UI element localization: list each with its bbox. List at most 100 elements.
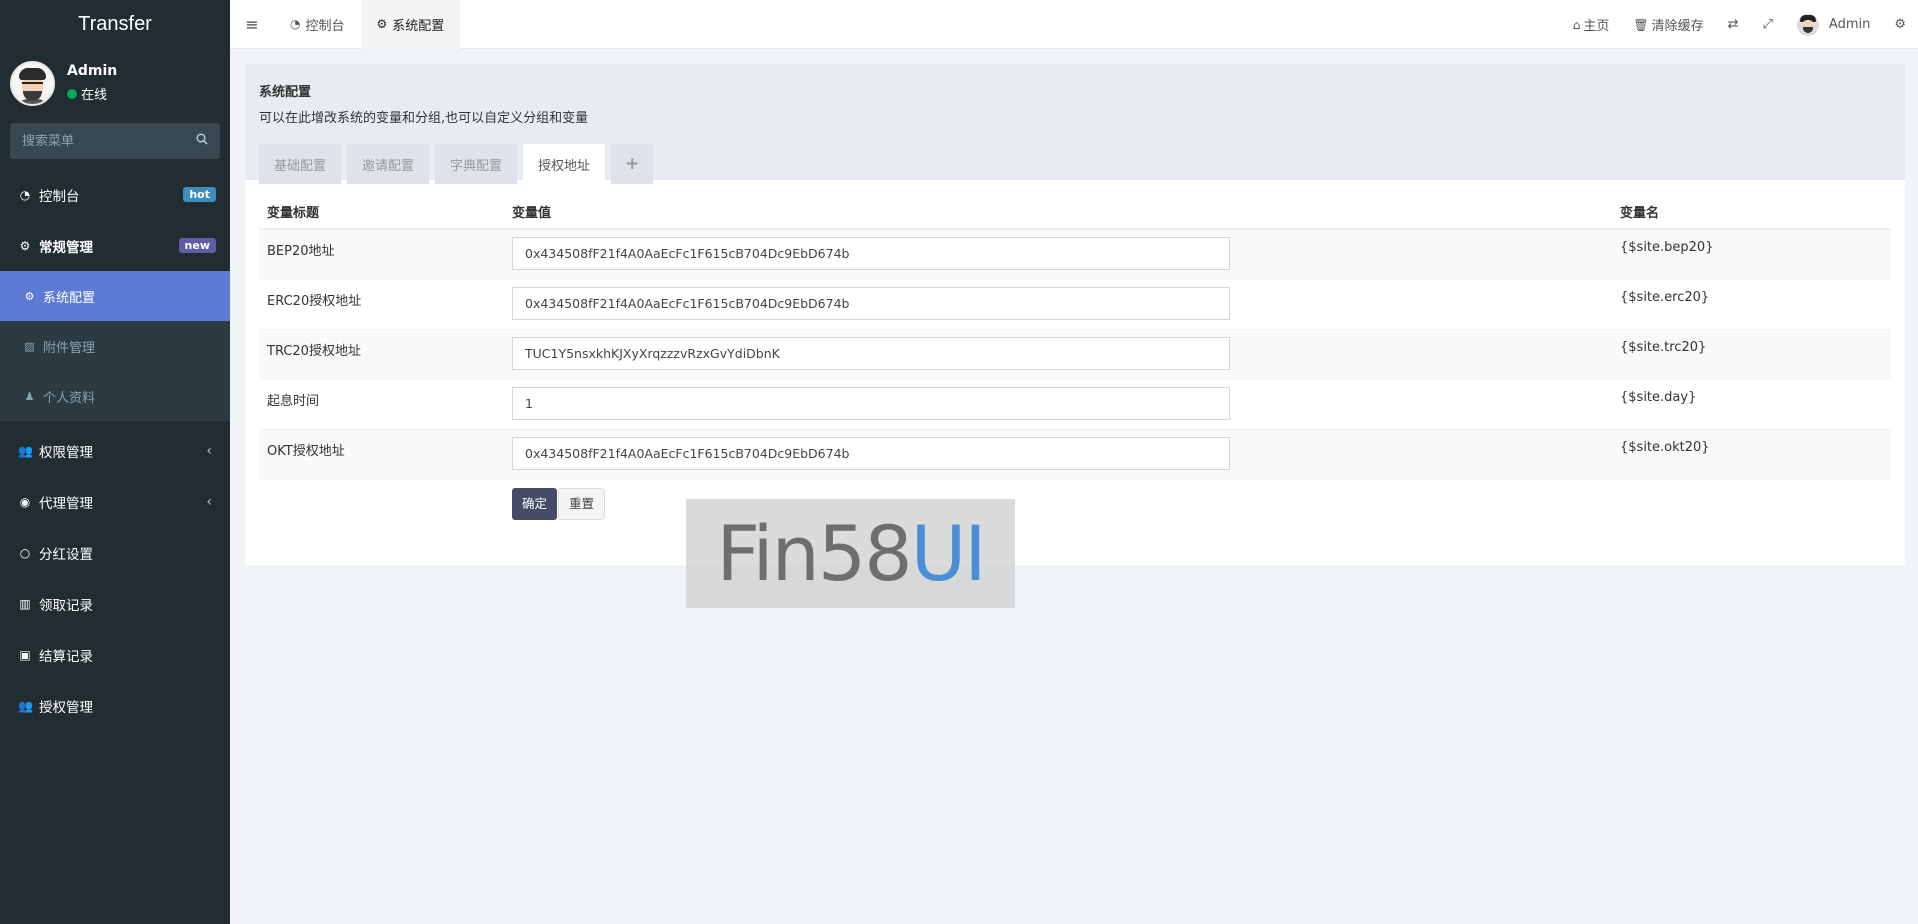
trash-icon: 🗑 [1633, 17, 1649, 32]
panel-title: 系统配置 [259, 85, 312, 100]
sidebar-item-label: 授权管理 [39, 699, 93, 716]
config-panel: 系统配置 可以在此增改系统的变量和分组,也可以自定义分组和变量 基础配置 邀请配… [245, 64, 1905, 565]
row-variable-name: {$site.trc20} [1612, 328, 1891, 379]
home-label: 主页 [1583, 19, 1610, 34]
menu-toggle-icon[interactable]: ≡ [230, 0, 274, 49]
sidebar-item-profile[interactable]: ♟ 个人资料 [0, 371, 230, 421]
avatar [1796, 13, 1819, 36]
table-row: ERC20授权地址 {$site.erc20} [259, 278, 1891, 329]
topbar: ≡ ◔ 控制台 ⚙ 系统配置 ⌂ 主页 🗑 清除缓存 ⇄ ⤢ Admin ⚙ [230, 0, 1918, 49]
form-actions: 确定 重置 [259, 478, 1891, 529]
row-title: BEP20地址 [259, 228, 504, 279]
row-title: ERC20授权地址 [259, 278, 504, 329]
interest-start-input[interactable] [512, 386, 1230, 420]
clear-cache-button[interactable]: 🗑 清除缓存 [1621, 0, 1715, 49]
circle-icon: ○ [19, 545, 31, 560]
tab-auth-address[interactable]: 授权地址 [523, 144, 606, 184]
column-header-name: 变量名 [1612, 195, 1891, 230]
language-button[interactable]: ⇄ [1716, 0, 1751, 49]
table-row: TRC20授权地址 {$site.trc20} [259, 328, 1891, 379]
sidebar-item-general[interactable]: ⚙ 常规管理 new [0, 220, 230, 271]
watermark-logo: Fin58 UI [686, 499, 1015, 608]
sidebar-item-settlements[interactable]: ▣ 结算记录 [0, 629, 230, 680]
fullscreen-button[interactable]: ⤢ [1751, 0, 1785, 49]
config-table: 变量标题 变量值 变量名 BEP20地址 {$site.bep20} ERC20… [259, 195, 1891, 529]
row-variable-name: {$site.day} [1612, 378, 1891, 429]
add-tab-button[interactable]: + [611, 144, 654, 184]
tab-invite-config[interactable]: 邀请配置 [347, 144, 430, 184]
row-variable-name: {$site.erc20} [1612, 278, 1891, 329]
submit-button[interactable]: 确定 [512, 487, 558, 520]
watermark-text: Fin58 [716, 509, 912, 598]
sidebar-item-label: 代理管理 [39, 495, 93, 512]
user-icon: ♟ [24, 389, 35, 403]
sidebar-item-label: 权限管理 [39, 444, 93, 461]
user-menu-label: Admin [1828, 17, 1871, 32]
row-variable-name: {$site.bep20} [1612, 228, 1891, 279]
panel-description: 可以在此增改系统的变量和分组,也可以自定义分组和变量 [259, 111, 589, 126]
tab-label: 系统配置 [392, 18, 445, 34]
hot-badge: hot [183, 187, 216, 202]
sidebar-item-agents[interactable]: ◉ 代理管理 ‹ [0, 476, 230, 527]
row-variable-name: {$site.okt20} [1612, 428, 1891, 479]
tab-label: 控制台 [305, 18, 345, 34]
online-status-icon [67, 88, 77, 99]
sidebar-item-label: 个人资料 [43, 390, 96, 406]
fullscreen-icon: ⤢ [1762, 17, 1773, 32]
sidebar-item-label: 常规管理 [39, 239, 93, 256]
sidebar-submenu: ⚙ 系统配置 ▨ 附件管理 ♟ 个人资料 [0, 271, 230, 421]
row-title: 起息时间 [259, 378, 504, 429]
chevron-left-icon: ‹ [206, 442, 212, 459]
okt-address-input[interactable] [512, 436, 1230, 470]
tab-dictionary-config[interactable]: 字典配置 [435, 144, 518, 184]
sidebar-item-permissions[interactable]: 👥 权限管理 ‹ [0, 425, 230, 476]
user-name: Admin [67, 63, 118, 79]
sidebar-item-label: 分红设置 [39, 546, 93, 563]
chevron-left-icon: ‹ [206, 493, 212, 510]
user-status: 在线 [67, 84, 117, 103]
tab-system-config[interactable]: ⚙ 系统配置 [360, 0, 461, 49]
user-menu[interactable]: Admin [1785, 0, 1882, 49]
watermark-text-accent: UI [910, 509, 987, 598]
tab-dashboard[interactable]: ◔ 控制台 [274, 0, 361, 49]
new-badge: new [178, 238, 216, 253]
settings-button[interactable]: ⚙ [1882, 0, 1918, 49]
trc20-address-input[interactable] [512, 336, 1230, 370]
sidebar-item-dividends[interactable]: ○ 分红设置 [0, 527, 230, 578]
clear-cache-label: 清除缓存 [1651, 19, 1704, 34]
sidebar-item-label: 结算记录 [39, 648, 93, 665]
search-input[interactable] [22, 133, 172, 149]
table-row: OKT授权地址 {$site.okt20} [259, 428, 1891, 479]
sidebar-item-authorizations[interactable]: 👥 授权管理 [0, 680, 230, 731]
brand-logo[interactable]: Transfer [0, 0, 230, 49]
cogs-icon: ⚙ [19, 238, 31, 253]
bep20-address-input[interactable] [512, 237, 1230, 270]
tab-basic-config[interactable]: 基础配置 [259, 144, 342, 184]
column-header-value: 变量值 [504, 195, 1612, 230]
home-icon: ⌂ [1572, 17, 1581, 32]
home-link[interactable]: ⌂ 主页 [1561, 0, 1622, 49]
sidebar-item-label: 附件管理 [43, 340, 96, 356]
image-icon: ▨ [24, 339, 35, 353]
sidebar-item-label: 控制台 [39, 188, 80, 205]
row-title: TRC20授权地址 [259, 328, 504, 379]
config-tabs: 基础配置 邀请配置 字典配置 授权地址 + [259, 144, 1891, 184]
user-status-label: 在线 [81, 88, 108, 103]
sidebar-item-attachments[interactable]: ▨ 附件管理 [0, 321, 230, 371]
reset-button[interactable]: 重置 [558, 487, 606, 520]
dashboard-icon: ◔ [19, 187, 31, 202]
sidebar-item-claims[interactable]: ▥ 领取记录 [0, 578, 230, 629]
money-icon: ▣ [19, 647, 31, 662]
sidebar-item-system-config[interactable]: ⚙ 系统配置 [0, 271, 230, 321]
dashboard-icon: ◔ [290, 17, 301, 31]
erc20-address-input[interactable] [512, 286, 1230, 320]
column-header-title: 变量标题 [259, 195, 504, 230]
sidebar-item-dashboard[interactable]: ◔ 控制台 hot [0, 169, 230, 220]
bank-icon: ▥ [19, 596, 31, 611]
users-icon: 👥 [18, 698, 33, 713]
cogs-icon: ⚙ [1894, 17, 1906, 32]
sidebar-item-label: 系统配置 [43, 290, 96, 306]
sidebar: Transfer Admin 在线 ◔ 控制台 hot ⚙ 常规管理 new ⚙… [0, 0, 230, 924]
topbar-right: ⌂ 主页 🗑 清除缓存 ⇄ ⤢ Admin ⚙ [1561, 0, 1918, 49]
search-icon[interactable] [196, 133, 208, 149]
